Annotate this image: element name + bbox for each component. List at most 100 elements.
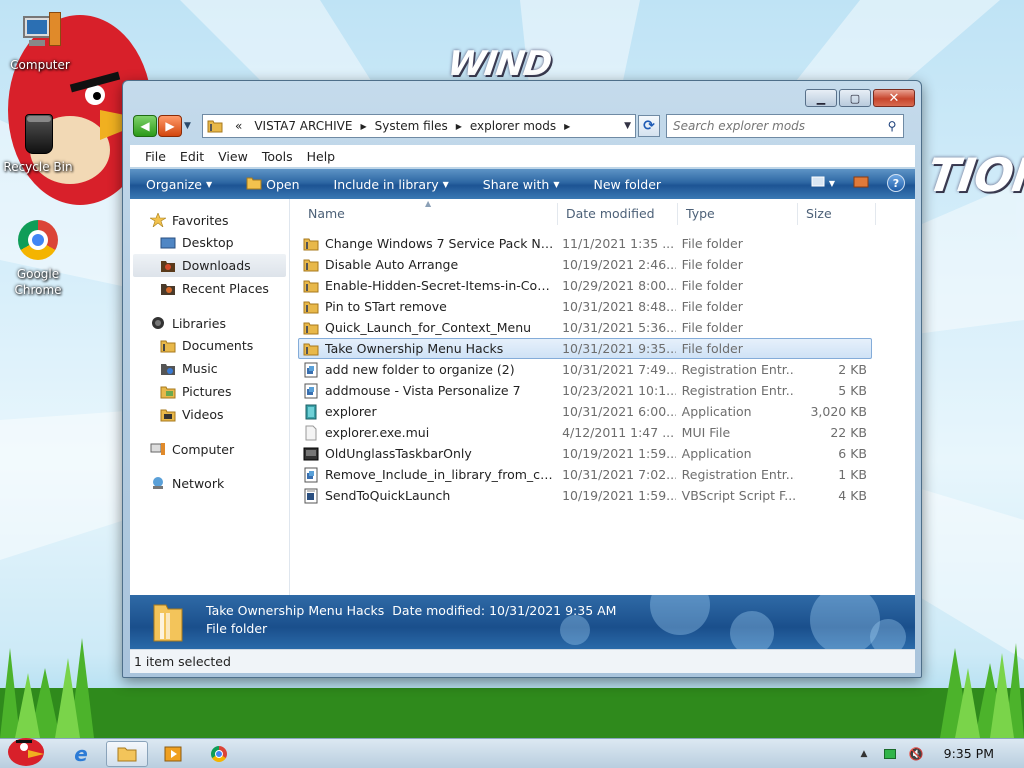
desktop-recycle-bin-icon[interactable]: Recycle Bin <box>0 112 76 174</box>
file-row[interactable]: Disable Auto Arrange 10/19/2021 2:46... Fi… <box>298 254 872 275</box>
file-type: Registration Entr... <box>681 362 796 377</box>
file-row[interactable]: SendToQuickLaunch 10/19/2021 1:59... VBScr… <box>298 485 872 506</box>
organize-button[interactable]: Organize ▼ <box>146 177 212 192</box>
file-name-cell: Disable Auto Arrange <box>299 257 556 273</box>
recent-places-icon <box>160 282 176 296</box>
navigation-pane: Favorites Desktop Downloads Recent Place… <box>130 199 290 595</box>
view-options-button[interactable]: ▼ <box>811 176 835 191</box>
taskbar-media-player[interactable] <box>152 741 194 767</box>
menu-edit[interactable]: Edit <box>175 149 209 164</box>
help-icon: ? <box>892 176 900 190</box>
registry-file-icon <box>303 383 319 399</box>
nav-downloads[interactable]: Downloads <box>133 254 286 277</box>
forward-button[interactable]: ▶ <box>158 115 182 137</box>
column-header-name[interactable]: Name <box>290 202 558 225</box>
back-button[interactable]: ◀ <box>133 115 157 137</box>
file-name: explorer <box>325 404 377 419</box>
breadcrumb-chevron-icon[interactable]: ▶ <box>454 122 464 131</box>
breadcrumb-vista7-archive[interactable]: VISTA7 ARCHIVE <box>248 119 358 133</box>
close-button[interactable]: ✕ <box>873 89 915 107</box>
desktop-computer-icon[interactable]: Computer <box>2 10 78 72</box>
file-row[interactable]: explorer.exe.mui 4/12/2011 1:47 ... MUI Fi… <box>298 422 872 443</box>
file-date-modified: 10/29/2021 8:00... <box>562 278 676 293</box>
taskbar-chrome[interactable] <box>198 741 240 767</box>
address-overflow-button[interactable]: « <box>229 119 248 133</box>
column-header-date-modified[interactable]: Date modified <box>558 202 678 225</box>
file-list-pane: ▲ Name Date modified Type Size Change Wi… <box>290 199 915 595</box>
share-with-button[interactable]: Share with ▼ <box>483 177 560 192</box>
nav-network[interactable]: Network <box>130 472 289 494</box>
show-hidden-icons-button[interactable]: ▲ <box>852 741 876 767</box>
breadcrumb-explorer-mods[interactable]: explorer mods <box>464 119 562 133</box>
explorer-window: ▁ ▢ ✕ ◀ ▶ ▼ « VISTA7 ARCHIVE ▶ System fi… <box>122 80 922 678</box>
refresh-icon: ⟳ <box>643 118 655 134</box>
menu-help[interactable]: Help <box>302 149 341 164</box>
nav-documents[interactable]: Documents <box>130 334 289 357</box>
menu-view[interactable]: View <box>213 149 253 164</box>
file-row[interactable]: Remove_Include_in_library_from_cont... 10… <box>298 464 872 485</box>
file-row[interactable]: Take Ownership Menu Hacks 10/31/2021 9:35… <box>298 338 872 359</box>
file-row[interactable]: explorer 10/31/2021 6:00... Application 3,0… <box>298 401 872 422</box>
file-row[interactable]: Quick_Launch_for_Context_Menu 10/31/2021 … <box>298 317 872 338</box>
desktop-icon <box>160 236 176 250</box>
open-button[interactable]: Open <box>246 176 300 193</box>
minimize-icon: ▁ <box>816 91 826 105</box>
file-size: 6 KB <box>838 446 867 461</box>
open-label: Open <box>266 176 300 192</box>
file-name-cell: explorer.exe.mui <box>299 425 556 441</box>
include-in-library-button[interactable]: Include in library ▼ <box>334 177 449 192</box>
search-icon[interactable]: ⚲ <box>881 119 903 133</box>
nav-music[interactable]: Music <box>130 357 289 380</box>
search-box[interactable]: ⚲ <box>666 114 904 138</box>
file-name: addmouse - Vista Personalize 7 <box>325 383 521 398</box>
tray-network[interactable] <box>878 741 902 767</box>
column-header-type[interactable]: Type <box>678 202 798 225</box>
file-name-cell: Change Windows 7 Service Pack Nu... <box>299 236 556 252</box>
new-folder-button[interactable]: New folder <box>594 177 662 192</box>
file-row[interactable]: Enable-Hidden-Secret-Items-in-Contr... 10… <box>298 275 872 296</box>
wallpaper-text-right: TION <box>924 148 1024 202</box>
recent-pages-dropdown[interactable]: ▼ <box>184 121 196 131</box>
file-row[interactable]: Pin to STart remove 10/31/2021 8:48... Fil… <box>298 296 872 317</box>
preview-pane-button[interactable] <box>853 176 869 191</box>
help-button[interactable]: ? <box>887 174 905 192</box>
column-header-size[interactable]: Size <box>798 202 876 225</box>
breadcrumb-system-files[interactable]: System files <box>369 119 454 133</box>
file-row[interactable]: add new folder to organize (2) 10/31/2021… <box>298 359 872 380</box>
search-input[interactable] <box>673 119 881 133</box>
address-dropdown-icon[interactable]: ▼ <box>624 121 631 131</box>
address-bar[interactable]: « VISTA7 ARCHIVE ▶ System files ▶ explor… <box>202 114 636 138</box>
clock[interactable]: 9:35 PM <box>944 746 994 761</box>
nav-favorites[interactable]: Favorites <box>130 209 289 231</box>
nav-recent-places[interactable]: Recent Places <box>130 277 289 300</box>
favorites-star-icon <box>148 212 168 228</box>
nav-videos[interactable]: Videos <box>130 403 289 426</box>
file-name-cell: Quick_Launch_for_Context_Menu <box>299 320 556 336</box>
file-row[interactable]: Change Windows 7 Service Pack Nu... 11/1/… <box>298 233 872 254</box>
file-row[interactable]: addmouse - Vista Personalize 7 10/23/2021… <box>298 380 872 401</box>
nav-pictures[interactable]: Pictures <box>130 380 289 403</box>
file-name: OldUnglassTaskbarOnly <box>325 446 472 461</box>
file-row[interactable]: OldUnglassTaskbarOnly 10/19/2021 1:59... A… <box>298 443 872 464</box>
file-size: 3,020 KB <box>810 404 867 419</box>
file-name-cell: Enable-Hidden-Secret-Items-in-Contr... <box>299 278 556 294</box>
taskbar-windows-explorer[interactable] <box>106 741 148 767</box>
nav-label: Documents <box>182 338 254 353</box>
maximize-button[interactable]: ▢ <box>839 89 871 107</box>
taskbar-internet-explorer[interactable]: e <box>60 741 102 767</box>
angry-bird-start-icon <box>8 738 44 766</box>
breadcrumb-chevron-icon[interactable]: ▶ <box>562 122 572 131</box>
nav-computer[interactable]: Computer <box>130 438 289 460</box>
minimize-button[interactable]: ▁ <box>805 89 837 107</box>
menu-file[interactable]: File <box>140 149 171 164</box>
maximize-icon: ▢ <box>849 91 861 105</box>
tray-volume[interactable]: 🔇 <box>904 741 928 767</box>
nav-desktop[interactable]: Desktop <box>130 231 289 254</box>
nav-libraries[interactable]: Libraries <box>130 312 289 334</box>
column-headers: Name Date modified Type Size <box>290 199 915 229</box>
breadcrumb-chevron-icon[interactable]: ▶ <box>358 122 368 131</box>
refresh-button[interactable]: ⟳ <box>638 115 660 137</box>
start-button[interactable] <box>2 731 50 767</box>
desktop-chrome-icon[interactable]: Google Chrome <box>0 218 76 298</box>
menu-tools[interactable]: Tools <box>257 149 298 164</box>
